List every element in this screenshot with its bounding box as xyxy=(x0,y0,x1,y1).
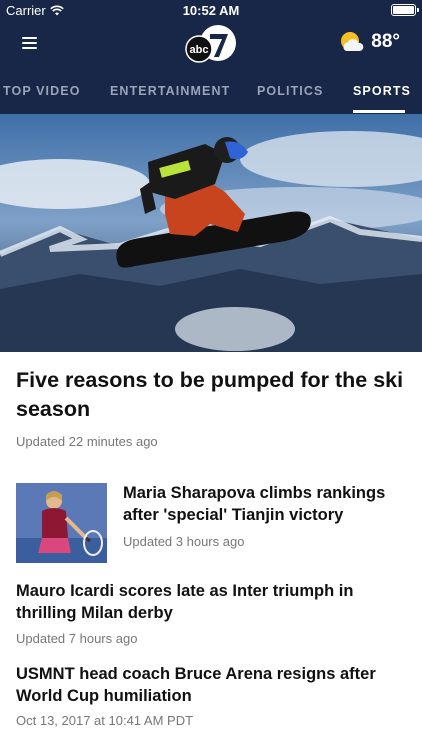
snowboarder-photo xyxy=(0,114,422,352)
partly-sunny-icon xyxy=(341,32,364,51)
status-time: 10:52 AM xyxy=(182,3,240,18)
story-timestamp: Updated 7 hours ago xyxy=(16,631,138,646)
lead-story-title[interactable]: Five reasons to be pumped for the ski se… xyxy=(16,366,412,424)
weather-widget[interactable]: 88° xyxy=(339,31,400,53)
battery-icon xyxy=(391,4,419,16)
app-header: abc 88° xyxy=(0,20,422,68)
active-tab-indicator xyxy=(353,110,405,113)
story-title[interactable]: Mauro Icardi scores late as Inter triump… xyxy=(16,581,412,624)
story-timestamp: Updated 3 hours ago xyxy=(123,534,245,549)
story-timestamp: Oct 13, 2017 at 10:41 AM PDT xyxy=(16,713,194,728)
story-title[interactable]: Maria Sharapova climbs rankings after 's… xyxy=(123,483,413,526)
tennis-player-photo xyxy=(16,483,107,563)
tab-top-video[interactable]: TOP VIDEO xyxy=(3,84,81,98)
temperature: 88° xyxy=(371,31,400,52)
tab-politics[interactable]: POLITICS xyxy=(257,84,323,98)
tab-sports[interactable]: SPORTS xyxy=(353,84,411,98)
abc7-logo[interactable]: abc xyxy=(185,24,237,64)
section-tabs: TOP VIDEO ENTERTAINMENT POLITICS SPORTS xyxy=(0,68,422,114)
hamburger-menu-icon[interactable] xyxy=(22,37,37,49)
status-bar: Carrier 10:52 AM xyxy=(0,0,422,20)
story-title[interactable]: USMNT head coach Bruce Arena resigns aft… xyxy=(16,664,412,707)
story-thumbnail[interactable] xyxy=(16,483,107,563)
tab-entertainment[interactable]: ENTERTAINMENT xyxy=(110,84,230,98)
lead-story-timestamp: Updated 22 minutes ago xyxy=(16,434,158,449)
lead-story-image[interactable] xyxy=(0,114,422,352)
logo-text: abc xyxy=(190,44,209,56)
